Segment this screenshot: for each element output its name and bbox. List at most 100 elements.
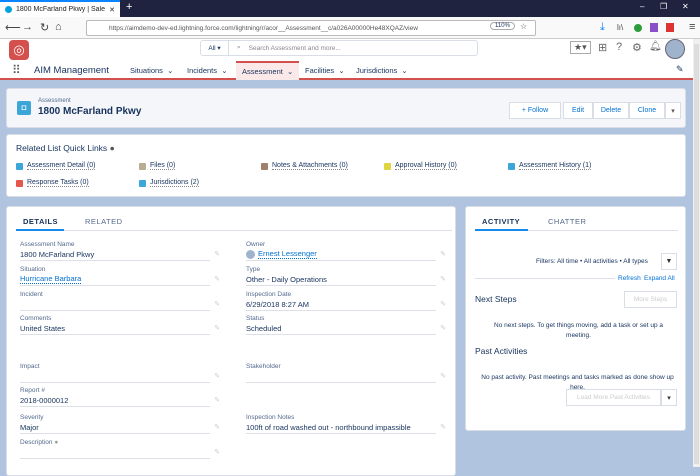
extension-icon[interactable]	[650, 23, 658, 32]
edit-pencil-icon[interactable]: ✎	[440, 372, 446, 380]
forward-icon[interactable]: →	[22, 21, 33, 33]
search-icon: ⌕	[237, 44, 241, 51]
load-more-button[interactable]: Load More Past Activities	[566, 389, 661, 406]
avatar[interactable]	[665, 39, 685, 59]
field-value-row: 1800 McFarland Pkwy ✎	[20, 248, 220, 260]
change-owner-icon[interactable]: ✎	[440, 250, 446, 258]
details-card: DETAILS RELATED Assessment Name 1800 McF…	[6, 206, 456, 476]
field-value-row: Other - Daily Operations ✎	[246, 273, 446, 285]
global-search[interactable]: All ▾ ⌕ Search Assessment and more...	[200, 40, 478, 56]
add-icon[interactable]: ⊞	[598, 41, 607, 54]
app-nav: ⠿ AIM Management Situations ⌄ Incidents …	[0, 61, 693, 80]
new-tab-button[interactable]: +	[126, 1, 132, 13]
home-icon[interactable]: ⌂	[55, 21, 62, 33]
expand-all-link[interactable]: Expand All	[644, 275, 675, 282]
field-value-row: ✎	[20, 298, 220, 310]
quick-link[interactable]: Files (0)	[139, 162, 176, 170]
quick-link[interactable]: Jurisdictions (2)	[139, 179, 200, 187]
edit-pencil-icon[interactable]: ✎	[214, 300, 220, 308]
quick-link[interactable]: Response Tasks (0)	[16, 179, 89, 187]
reload-icon[interactable]: ↻	[40, 21, 49, 34]
minimize-button[interactable]: –	[640, 2, 644, 11]
edit-pencil-icon[interactable]: ✎	[440, 423, 446, 431]
field-value: Scheduled	[246, 323, 282, 333]
field-label: Situation	[20, 266, 46, 273]
field-status: Status Scheduled ✎	[246, 315, 446, 335]
field-value-row: Scheduled ✎	[246, 322, 446, 334]
divider	[20, 458, 210, 459]
bell-icon[interactable]: 🔔︎	[649, 41, 662, 52]
extension-icon[interactable]	[634, 24, 642, 32]
quick-link[interactable]: Notes & Attachments (0)	[261, 162, 348, 170]
edit-pencil-icon[interactable]: ✎	[440, 324, 446, 332]
divider	[20, 285, 210, 286]
nav-facilities[interactable]: Facilities ⌄	[305, 61, 345, 80]
field-comments: Comments United States ✎	[20, 315, 220, 335]
search-scope-select[interactable]: All ▾	[201, 41, 229, 55]
favorites-icon[interactable]: ★▾	[570, 41, 591, 54]
edit-pencil-icon[interactable]: ✎	[214, 275, 220, 283]
filter-button[interactable]: ▼	[661, 253, 677, 270]
tab-related[interactable]: RELATED	[85, 217, 123, 226]
back-icon[interactable]: ⟵	[5, 21, 21, 34]
edit-pencil-icon[interactable]: ✎	[214, 324, 220, 332]
tab-chatter[interactable]: CHATTER	[548, 217, 586, 226]
delete-button[interactable]: Delete	[593, 102, 629, 119]
browser-tab[interactable]: 1800 McFarland Pkwy | Salesfo ✕	[0, 0, 120, 17]
field-label: Stakeholder	[246, 363, 281, 370]
field-value[interactable]: Hurricane Barbara	[20, 274, 82, 284]
edit-pencil-icon[interactable]: ✎	[440, 275, 446, 283]
restore-button[interactable]: ❐	[660, 2, 667, 11]
field-value-row: 100ft of road washed out - northbound im…	[246, 421, 446, 433]
tab-details[interactable]: DETAILS	[23, 217, 58, 226]
follow-button[interactable]: + Follow	[509, 102, 561, 119]
scrollbar[interactable]	[693, 39, 700, 467]
clone-button[interactable]: Clone	[629, 102, 665, 119]
tab-activity[interactable]: ACTIVITY	[482, 217, 520, 226]
app-logo[interactable]: ◎	[9, 40, 29, 60]
nav-incidents[interactable]: Incidents ⌄	[187, 61, 227, 80]
record-header: ◘ Assessment 1800 McFarland Pkwy + Follo…	[6, 88, 686, 128]
url-input[interactable]: https://aimdemo-dev-ed.lightning.force.c…	[86, 20, 536, 36]
salesforce-icon	[5, 6, 12, 13]
field-value-row: Ernest Lessenger ✎	[246, 248, 446, 260]
edit-pencil-icon[interactable]: ✎	[214, 372, 220, 380]
quick-link[interactable]: Assessment History (1)	[508, 162, 592, 170]
app-launcher-icon[interactable]: ⠿	[12, 63, 21, 77]
load-more-dropdown[interactable]: ▾	[661, 389, 677, 406]
edit-pencil-icon[interactable]: ✎	[214, 250, 220, 258]
nav-jurisdictions[interactable]: Jurisdictions ⌄	[356, 61, 408, 80]
divider	[20, 382, 210, 383]
quick-link[interactable]: Assessment Detail (0)	[16, 162, 96, 170]
library-icon[interactable]: lı\	[617, 23, 623, 32]
record-title: 1800 McFarland Pkwy	[38, 106, 142, 117]
menu-icon[interactable]: ≡	[689, 21, 695, 33]
zoom-level[interactable]: 110%	[490, 22, 515, 30]
close-window-button[interactable]: ✕	[682, 2, 689, 11]
refresh-link[interactable]: Refresh	[618, 275, 641, 282]
more-actions-button[interactable]: ▾	[665, 102, 681, 119]
field-value: Major	[20, 422, 39, 432]
field-situation: Situation Hurricane Barbara ✎	[20, 266, 220, 286]
field-impact: Impact ✎	[20, 363, 220, 383]
quick-link[interactable]: Approval History (0)	[384, 162, 457, 170]
edit-nav-icon[interactable]: ✎	[676, 64, 684, 75]
more-steps-button[interactable]: More Steps	[624, 291, 677, 308]
next-steps-empty: No next steps. To get things moving, add…	[494, 322, 663, 339]
search-input[interactable]: Search Assessment and more...	[249, 45, 341, 52]
close-tab-icon[interactable]: ✕	[109, 6, 115, 14]
bookmark-star-icon[interactable]: ☆	[520, 22, 527, 31]
edit-pencil-icon[interactable]: ✎	[214, 448, 220, 456]
download-icon[interactable]: ⤓	[600, 21, 605, 34]
edit-button[interactable]: Edit	[563, 102, 593, 119]
edit-pencil-icon[interactable]: ✎	[214, 423, 220, 431]
nav-situations[interactable]: Situations ⌄	[130, 61, 173, 80]
gear-icon[interactable]: ⚙	[632, 41, 642, 54]
nav-assessment[interactable]: Assessment ⌄	[236, 61, 299, 80]
help-icon[interactable]: ?	[616, 41, 622, 53]
field-value[interactable]: Ernest Lessenger	[258, 249, 317, 259]
divider	[20, 406, 210, 407]
edit-pencil-icon[interactable]: ✎	[440, 300, 446, 308]
edit-pencil-icon[interactable]: ✎	[214, 396, 220, 404]
extension-icon[interactable]	[666, 23, 674, 32]
